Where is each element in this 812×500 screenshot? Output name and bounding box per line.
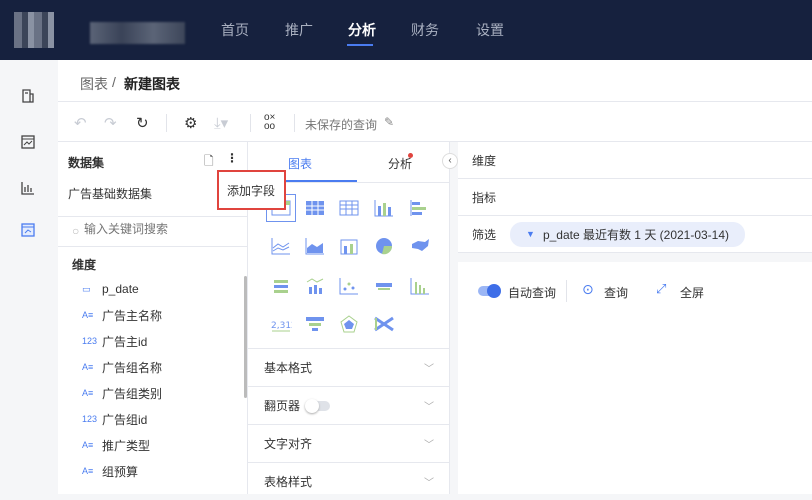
text-type-icon: A≡ [82,362,94,372]
result-area: 自动查询 ⊙ 查询 ⤢ 全屏 [458,262,812,494]
layout-icon[interactable]: o× oo [264,113,275,132]
field-item[interactable]: A≡ 广告组类别 [82,380,162,406]
divider [250,114,251,132]
column-chart-icon[interactable] [373,198,395,218]
add-field-tooltip: 添加字段 [217,170,286,210]
metric-drop-zone[interactable]: 指标 [458,179,812,216]
chevron-down-icon: ﹀ [424,402,434,413]
download-icon[interactable]: ⤓▾ [214,114,228,132]
logo [14,12,54,48]
chevron-down-icon: ﹀ [424,364,434,375]
text-type-icon: A≡ [82,440,94,450]
fullscreen-icon[interactable]: ⤢ [656,281,666,297]
breadcrumb-current: 新建图表 [124,76,180,92]
more-icon[interactable]: ⋮ [226,151,238,165]
nav-home[interactable]: 首页 [221,20,249,40]
accordion-pager[interactable]: 翻页器 ﹀ [248,386,450,424]
query-button[interactable]: 查询 [604,284,628,301]
histogram-icon[interactable] [409,276,431,296]
scatter-chart-icon[interactable] [338,276,360,296]
dataset-name: 广告基础数据集 [68,187,153,201]
notification-dot [408,153,413,158]
toolbar: ↶ ↷ ↻ ⚙ ⤓▾ o× oo 未保存的查询 ✎ [58,102,812,142]
svg-text:2,312: 2,312 [271,321,292,331]
query-name: 未保存的查询 [305,118,378,132]
number-type-icon: 123 [82,414,98,424]
field-item[interactable]: ▭ p_date [82,276,139,302]
collapse-panel-button[interactable]: ‹ [442,153,458,169]
funnel-chart-icon[interactable] [304,314,326,334]
line-chart-icon[interactable] [270,236,292,256]
sankey-chart-icon[interactable] [373,314,395,334]
field-search-input[interactable] [84,222,234,236]
breadcrumb-separator: / [112,74,116,90]
field-item[interactable]: A≡ 推广类型 [82,432,150,458]
nav-settings[interactable]: 设置 [476,20,504,40]
area-chart-icon[interactable] [304,236,326,256]
divider [294,114,295,132]
calendar-icon: ▭ [82,283,91,294]
gear-icon[interactable]: ⚙ [184,114,197,132]
field-item[interactable]: A≡ 组预算 [82,458,138,484]
combo-chart-icon[interactable] [338,236,360,256]
word-cloud-icon[interactable] [373,276,395,296]
tab-chart[interactable]: 图表 [288,155,312,172]
auto-query-toggle[interactable] [478,284,501,298]
breadcrumb-parent[interactable]: 图表 [80,74,108,94]
bar-chart-icon[interactable] [409,198,431,218]
nav-active-indicator [347,44,373,46]
pager-toggle[interactable] [305,398,331,413]
detail-table-icon[interactable] [338,198,360,218]
bar-chart-icon[interactable] [20,180,36,196]
filter-chip[interactable]: ▼ p_date 最近有数 1 天 (2021-03-14) [510,221,746,247]
nav-analysis[interactable]: 分析 [348,20,376,40]
stacked-bar-icon[interactable] [270,276,292,296]
dataset-title: 数据集 [68,156,105,170]
text-type-icon: A≡ [82,466,94,476]
fullscreen-button[interactable]: 全屏 [680,284,704,301]
accordion-table-style[interactable]: 表格样式 ﹀ [248,462,450,500]
scrollbar[interactable] [244,276,247,398]
dimension-drop-zone[interactable]: 维度 [458,142,812,179]
chevron-down-icon: ﹀ [424,478,434,489]
icon-rail [0,60,58,494]
chevron-down-icon: ﹀ [424,440,434,451]
divider [166,114,167,132]
search-icon: ○ [72,224,80,238]
undo-icon[interactable]: ↶ [74,114,87,132]
top-nav: 首页 推广 分析 财务 设置 [0,0,812,60]
text-type-icon: A≡ [82,388,94,398]
refresh-icon[interactable]: ↻ [136,114,149,132]
pie-chart-icon[interactable] [373,236,395,256]
play-icon[interactable]: ⊙ [582,281,594,298]
text-type-icon: A≡ [82,310,94,320]
chart-editor-icon[interactable] [20,222,36,238]
document-icon[interactable] [20,88,36,104]
field-item[interactable]: A≡ 广告组名称 [82,354,162,380]
field-item[interactable]: 123 广告组id [82,406,147,432]
line-bar-icon[interactable] [304,276,326,296]
brand-name [90,22,185,44]
field-item[interactable]: 123 广告主id [82,328,147,354]
dashboard-icon[interactable] [20,134,36,150]
breadcrumb: 图表 / 新建图表 [58,60,812,102]
field-item[interactable]: A≡ 广告主名称 [82,302,162,328]
filter-row: 筛选 ▼ p_date 最近有数 1 天 (2021-03-14) [458,216,812,253]
kpi-number-icon[interactable]: 2,312 [270,314,292,334]
nav-promotion[interactable]: 推广 [285,20,313,40]
edit-icon[interactable]: ✎ [384,115,394,129]
nav-finance[interactable]: 财务 [411,20,439,40]
query-panel: 维度 指标 筛选 ▼ p_date 最近有数 1 天 (2021-03-14) 自… [458,142,812,494]
number-type-icon: 123 [82,336,98,346]
radar-chart-icon[interactable] [338,314,360,334]
caret-down-icon: ▼ [526,229,535,239]
accordion-basic-format[interactable]: 基本格式 ﹀ [248,348,450,386]
dimension-section: 维度 [72,258,97,272]
redo-icon[interactable]: ↷ [104,114,117,132]
accordion-text-align[interactable]: 文字对齐 ﹀ [248,424,450,462]
map-chart-icon[interactable] [409,236,431,256]
auto-query-label: 自动查询 [508,286,557,300]
pivot-table-icon[interactable] [304,198,326,218]
add-file-icon[interactable]: 🗋 [204,152,214,173]
